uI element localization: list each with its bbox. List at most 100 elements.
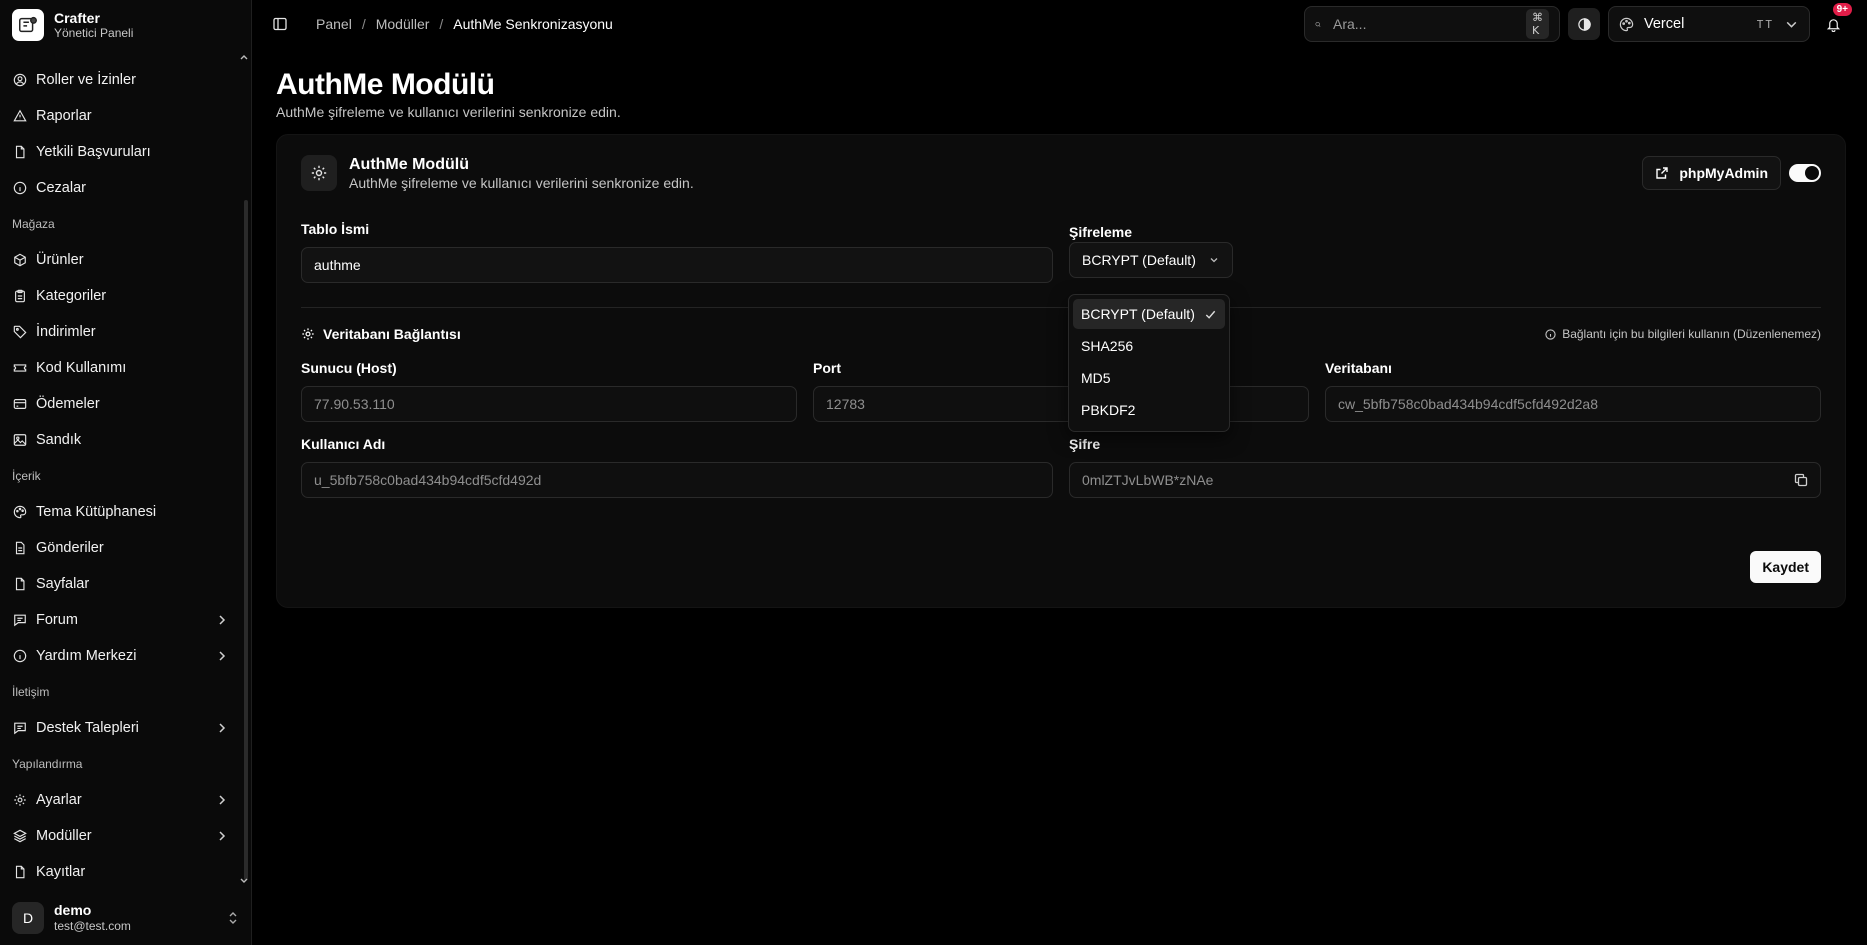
breadcrumb-panel[interactable]: Panel: [316, 16, 352, 32]
sidebar-item-chest[interactable]: Sandık: [0, 422, 241, 458]
sidebar-item-label: Forum: [36, 612, 78, 628]
authme-module-card: AuthMe Modülü AuthMe şifreleme ve kullan…: [276, 134, 1846, 608]
chevron-right-icon: [219, 651, 226, 661]
search-input[interactable]: [1333, 16, 1514, 32]
file-icon: [12, 577, 27, 592]
sidebar-item-staff-applications[interactable]: Yetkili Başvuruları: [0, 134, 241, 170]
port-input[interactable]: 12783: [813, 386, 1309, 422]
host-label: Sunucu (Host): [301, 360, 397, 376]
topbar: Panel / Modüller / AuthMe Senkronizasyon…: [252, 0, 1867, 48]
page-title: AuthMe Modülü: [276, 68, 495, 101]
encryption-select[interactable]: BCRYPT (Default): [1069, 242, 1233, 278]
info-circle-icon: [12, 181, 27, 196]
encryption-dropdown: BCRYPT (Default) SHA256 MD5 PBKDF2: [1068, 294, 1230, 432]
palette-icon: [12, 505, 27, 520]
encryption-option-md5[interactable]: MD5: [1073, 363, 1225, 393]
sidebar-item-help-center[interactable]: Yardım Merkezi: [0, 638, 241, 674]
sidebar-item-payments[interactable]: Ödemeler: [0, 386, 241, 422]
sidebar-item-penalties[interactable]: Cezalar: [0, 170, 241, 206]
sidebar-item-label: Ödemeler: [36, 396, 100, 412]
username-label: Kullanıcı Adı: [301, 436, 386, 452]
user-menu[interactable]: D demo test@test.com: [0, 891, 251, 945]
package-icon: [12, 253, 27, 268]
password-input[interactable]: 0mlZTJvLbWB*zNAe: [1069, 462, 1821, 498]
sidebar-scrollbar[interactable]: [244, 200, 248, 880]
module-enabled-toggle[interactable]: [1789, 164, 1821, 182]
sidebar-item-forum[interactable]: Forum: [0, 602, 241, 638]
encryption-option-pbkdf2[interactable]: PBKDF2: [1073, 395, 1225, 425]
save-button[interactable]: Kaydet: [1750, 551, 1821, 583]
username-input[interactable]: u_5bfb758c0bad434b94cdf5cfd492d: [301, 462, 1053, 498]
encryption-option-sha256[interactable]: SHA256: [1073, 331, 1225, 361]
check-icon: [1205, 310, 1216, 319]
db-connection-title: Veritabanı Bağlantısı: [323, 326, 461, 342]
sidebar-item-modules[interactable]: Modüller: [0, 818, 241, 854]
sidebar-item-posts[interactable]: Gönderiler: [0, 530, 241, 566]
user-circle-icon: [12, 73, 27, 88]
chevron-right-icon: [219, 723, 226, 733]
user-email: test@test.com: [54, 919, 131, 933]
scroll-up-icon[interactable]: [239, 52, 249, 62]
sidebar-item-roles[interactable]: Roller ve İzinler: [0, 62, 241, 98]
ticket-icon: [12, 361, 27, 376]
breadcrumb-current: AuthMe Senkronizasyonu: [453, 16, 613, 32]
search-box[interactable]: ⌘ K: [1304, 6, 1560, 42]
brand[interactable]: Crafter Yönetici Paneli: [0, 0, 251, 50]
sidebar-item-reports[interactable]: Raporlar: [0, 98, 241, 134]
file-icon: [12, 865, 27, 880]
host-input[interactable]: 77.90.53.110: [301, 386, 797, 422]
password-label: Şifre: [1069, 436, 1101, 452]
sidebar-item-label: Kategoriler: [36, 288, 107, 304]
database-input[interactable]: cw_5bfb758c0bad434b94cdf5cfd492d2a8: [1325, 386, 1821, 422]
sidebar-item-support-tickets[interactable]: Destek Talepleri: [0, 710, 241, 746]
sidebar-item-logs[interactable]: Kayıtlar: [0, 854, 241, 890]
external-link-icon: [1656, 167, 1669, 179]
brand-name: Crafter: [54, 9, 100, 26]
table-name-input[interactable]: authme: [301, 247, 1053, 283]
sidebar-item-code-usage[interactable]: Kod Kullanımı: [0, 350, 241, 386]
main-content: Panel / Modüller / AuthMe Senkronizasyon…: [252, 0, 1867, 945]
encryption-option-bcrypt[interactable]: BCRYPT (Default): [1073, 299, 1225, 329]
card-title: AuthMe Modülü: [349, 155, 469, 173]
sidebar-item-label: Tema Kütüphanesi: [36, 504, 157, 520]
password-value: 0mlZTJvLbWB*zNAe: [1082, 472, 1214, 488]
sidebar-item-label: Sayfalar: [36, 576, 90, 592]
port-label: Port: [813, 360, 841, 376]
sidebar-item-settings[interactable]: Ayarlar: [0, 782, 241, 818]
phpmyadmin-button[interactable]: phpMyAdmin: [1642, 156, 1781, 190]
sidebar-item-categories[interactable]: Kategoriler: [0, 278, 241, 314]
clipboard-icon: [12, 289, 27, 304]
sidebar-item-label: Cezalar: [36, 180, 86, 196]
sidebar-item-label: Yardım Merkezi: [36, 648, 137, 664]
sidebar-item-label: İndirimler: [36, 324, 96, 340]
chevrons-up-down-icon: [229, 912, 237, 924]
chevron-right-icon: [219, 831, 226, 841]
contrast-icon: [1577, 17, 1591, 31]
database-field: Veritabanı cw_5bfb758c0bad434b94cdf5cfd4…: [1325, 360, 1821, 422]
info-circle-icon: [1545, 328, 1556, 340]
nav-group-contact: İletişim: [12, 685, 50, 699]
nav-group-config: Yapılandırma: [12, 757, 83, 771]
sidebar-item-theme-library[interactable]: Tema Kütüphanesi: [0, 494, 241, 530]
sidebar-item-pages[interactable]: Sayfalar: [0, 566, 241, 602]
sidebar-item-label: Kayıtlar: [36, 864, 86, 880]
palette-icon: [1619, 17, 1634, 31]
db-connection-note: Bağlantı için bu bilgileri kullanın (Düz…: [1545, 327, 1821, 341]
copy-icon[interactable]: [1794, 473, 1808, 487]
username-field: Kullanıcı Adı u_5bfb758c0bad434b94cdf5cf…: [301, 436, 1053, 498]
brand-logo: [12, 9, 44, 41]
encryption-field: Şifreleme BCRYPT (Default): [1069, 224, 1233, 283]
sidebar-item-products[interactable]: Ürünler: [0, 242, 241, 278]
team-switcher[interactable]: Vercel TT: [1608, 6, 1810, 42]
table-name-field: Tablo İsmi authme: [301, 221, 1053, 283]
document-icon: [12, 541, 27, 556]
notifications-button[interactable]: 9+: [1818, 3, 1852, 39]
password-field: Şifre 0mlZTJvLbWB*zNAe: [1069, 436, 1821, 498]
sidebar-item-discounts[interactable]: İndirimler: [0, 314, 241, 350]
breadcrumb-modules[interactable]: Modüller: [376, 16, 430, 32]
database-label: Veritabanı: [1325, 360, 1392, 376]
sidebar-toggle-icon[interactable]: [272, 16, 288, 32]
brand-subtitle: Yönetici Paneli: [54, 25, 134, 40]
theme-toggle-button[interactable]: [1568, 8, 1600, 40]
phpmyadmin-label: phpMyAdmin: [1679, 165, 1768, 181]
